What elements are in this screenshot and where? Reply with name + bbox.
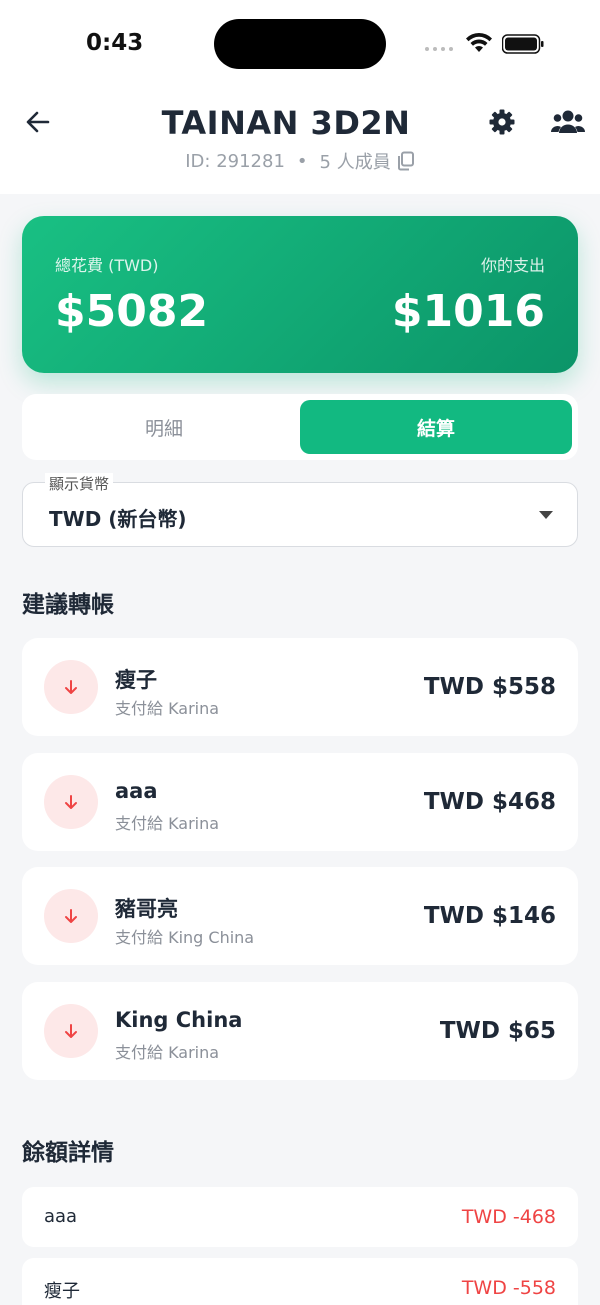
balance-row: 瘦子 TWD -558 xyxy=(22,1258,578,1305)
chevron-down-icon xyxy=(539,511,553,519)
transfer-amount: TWD $468 xyxy=(423,789,556,815)
my-spend-label: 你的支出 xyxy=(480,256,545,275)
balance-amount: TWD -558 xyxy=(461,1277,556,1299)
dynamic-island xyxy=(214,19,386,69)
currency-select[interactable]: 顯示貨幣 TWD (新台幣) xyxy=(22,473,578,547)
payer-name: King China xyxy=(115,1008,243,1032)
view-segmented-control: 明細 結算 xyxy=(22,394,578,460)
balances-title: 餘額詳情 xyxy=(22,1140,114,1166)
balance-name: aaa xyxy=(44,1206,78,1227)
transfer-card[interactable]: King China 支付給 Karina TWD $65 xyxy=(22,982,578,1080)
payer-name: 瘦子 xyxy=(115,668,157,692)
currency-select-value: TWD (新台幣) xyxy=(49,507,187,531)
transfer-card[interactable]: 瘦子 支付給 Karina TWD $558 xyxy=(22,638,578,736)
transfer-amount: TWD $146 xyxy=(423,903,556,929)
transfer-card[interactable]: aaa 支付給 Karina TWD $468 xyxy=(22,753,578,851)
wifi-icon xyxy=(466,32,492,52)
arrow-down-icon xyxy=(44,1004,98,1058)
my-spend-amount: $1016 xyxy=(391,286,545,337)
summary-card: 總花費 (TWD) $5082 你的支出 $1016 xyxy=(22,216,578,373)
arrow-down-icon xyxy=(44,660,98,714)
total-spend-amount: $5082 xyxy=(55,286,209,337)
tab-settlement[interactable]: 結算 xyxy=(300,400,572,454)
balance-amount: TWD -468 xyxy=(461,1206,556,1228)
balance-row: aaa TWD -468 xyxy=(22,1187,578,1247)
battery-icon xyxy=(502,34,544,54)
total-spend-label: 總花費 (TWD) xyxy=(55,256,159,275)
meta-separator: • xyxy=(296,150,308,172)
top-bar: 0:43 TAINAN 3D2N ID: 291281 • 5 人成員 xyxy=(0,0,600,194)
transfer-card[interactable]: 豬哥亮 支付給 King China TWD $146 xyxy=(22,867,578,965)
payee-text: 支付給 Karina xyxy=(115,699,220,718)
transfer-amount: TWD $65 xyxy=(439,1018,556,1044)
payee-text: 支付給 King China xyxy=(115,928,255,947)
gear-icon[interactable] xyxy=(488,108,516,136)
member-count: 5 人成員 xyxy=(319,152,391,173)
trip-meta: ID: 291281 • 5 人成員 xyxy=(0,148,600,174)
currency-select-label: 顯示貨幣 xyxy=(45,473,114,494)
members-icon[interactable] xyxy=(551,108,585,136)
status-time: 0:43 xyxy=(86,30,144,56)
payee-text: 支付給 Karina xyxy=(115,814,220,833)
transfers-title: 建議轉帳 xyxy=(22,592,114,618)
arrow-down-icon xyxy=(44,775,98,829)
copy-icon[interactable] xyxy=(397,151,415,171)
payer-name: aaa xyxy=(115,779,158,803)
trip-id: ID: 291281 xyxy=(185,150,285,172)
page-title: TAINAN 3D2N xyxy=(161,104,411,142)
signal-icon xyxy=(425,47,453,51)
balance-name: 瘦子 xyxy=(44,1281,80,1302)
payee-text: 支付給 Karina xyxy=(115,1043,220,1062)
tab-details[interactable]: 明細 xyxy=(28,400,300,454)
payer-name: 豬哥亮 xyxy=(115,897,178,921)
arrow-down-icon xyxy=(44,889,98,943)
transfer-amount: TWD $558 xyxy=(423,674,556,700)
